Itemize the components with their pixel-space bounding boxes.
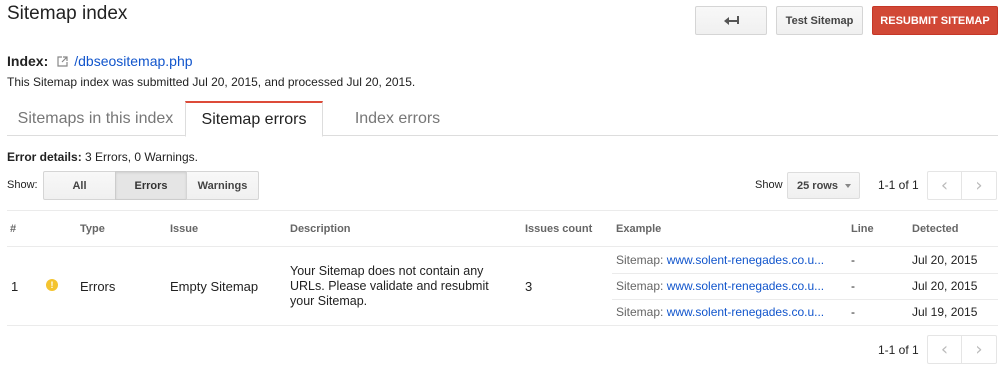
example-prefix: Sitemap: [616,279,664,293]
external-link-icon[interactable] [57,55,68,67]
test-sitemap-button[interactable]: Test Sitemap [776,6,863,35]
resubmit-sitemap-button[interactable]: RESUBMIT SITEMAP [872,6,998,35]
error-details-label: Error details: [7,150,82,164]
example-prefix: Sitemap: [616,305,664,319]
table-top-divider [7,210,998,211]
example-row: Sitemap: www.solent-renegades.co.u... - … [612,300,998,326]
example-detected-date: Jul 20, 2015 [912,279,978,293]
example-line: - [851,305,855,319]
column-header-example: Example [616,223,662,235]
example-row: Sitemap: www.solent-renegades.co.u... - … [612,248,998,274]
submitted-status-text: This Sitemap index was submitted Jul 20,… [7,75,416,89]
example-row: Sitemap: www.solent-renegades.co.u... - … [612,274,998,300]
rows-show-label: Show [755,179,783,191]
index-sitemap-link[interactable]: /dbseositemap.php [74,53,192,69]
example-url-link[interactable]: www.solent-renegades.co.u... [667,253,824,267]
table-bottom-divider [7,325,998,326]
row-number: 1 [11,279,19,294]
chevron-down-icon [844,183,851,188]
row-type: Errors [80,279,116,294]
table-header-divider [7,246,998,247]
filter-all-button[interactable]: All [43,171,116,200]
example-detected-date: Jul 19, 2015 [912,305,978,319]
filter-show-label: Show: [7,179,38,191]
pager-range-bottom: 1-1 of 1 [878,343,919,357]
warning-icon: ! [46,279,58,291]
chevron-right-icon: › [975,338,983,360]
row-issue: Empty Sitemap [170,279,259,294]
error-details: Error details: 3 Errors, 0 Warnings. [7,150,198,164]
pager-next-button-top[interactable]: › [962,171,997,200]
column-header-line: Line [851,223,874,235]
example-prefix: Sitemap: [616,253,664,267]
back-arrow-icon [723,15,739,26]
rows-per-page-select[interactable]: 25 rows [787,172,860,199]
chevron-left-icon: ‹ [940,338,949,360]
tab-sitemaps-in-index[interactable]: Sitemaps in this index [7,101,184,136]
page-title: Sitemap index [7,3,128,24]
pager-prev-button-top[interactable]: ‹ [927,171,962,200]
column-header-detected[interactable]: Detected [912,223,958,235]
example-line: - [851,279,855,293]
column-header-type[interactable]: Type [80,223,105,235]
example-cell: Sitemap: www.solent-renegades.co.u... [616,305,848,319]
example-cell: Sitemap: www.solent-renegades.co.u... [616,279,848,293]
column-header-issue[interactable]: Issue [170,223,198,235]
example-line: - [851,253,855,267]
rows-per-page-value: 25 rows [797,179,838,192]
index-label: Index: [7,53,49,69]
filter-errors-button[interactable]: Errors [115,171,187,200]
column-header-number: # [10,223,17,235]
row-issues-count: 3 [525,279,533,294]
example-detected-date: Jul 20, 2015 [912,253,978,267]
tab-index-errors[interactable]: Index errors [330,101,465,136]
column-header-description: Description [290,223,351,235]
example-url-link[interactable]: www.solent-renegades.co.u... [667,279,824,293]
tab-bar: Sitemaps in this index Sitemap errors In… [7,101,998,137]
error-details-summary: 3 Errors, 0 Warnings. [85,150,198,164]
pager-prev-button-bottom[interactable]: ‹ [927,335,962,364]
chevron-right-icon: › [975,174,983,196]
index-line: Index: /dbseositemap.php [7,53,193,69]
pager-next-button-bottom[interactable]: › [962,335,997,364]
example-url-link[interactable]: www.solent-renegades.co.u... [667,305,824,319]
chevron-left-icon: ‹ [940,174,949,196]
back-button[interactable] [695,6,767,35]
pager-range-top: 1-1 of 1 [878,178,919,192]
column-header-issues-count[interactable]: Issues count [525,223,592,235]
filter-warnings-button[interactable]: Warnings [186,171,259,200]
tab-sitemap-errors[interactable]: Sitemap errors [185,101,323,137]
example-cell: Sitemap: www.solent-renegades.co.u... [616,253,848,267]
row-description: Your Sitemap does not contain any URLs. … [290,264,489,308]
